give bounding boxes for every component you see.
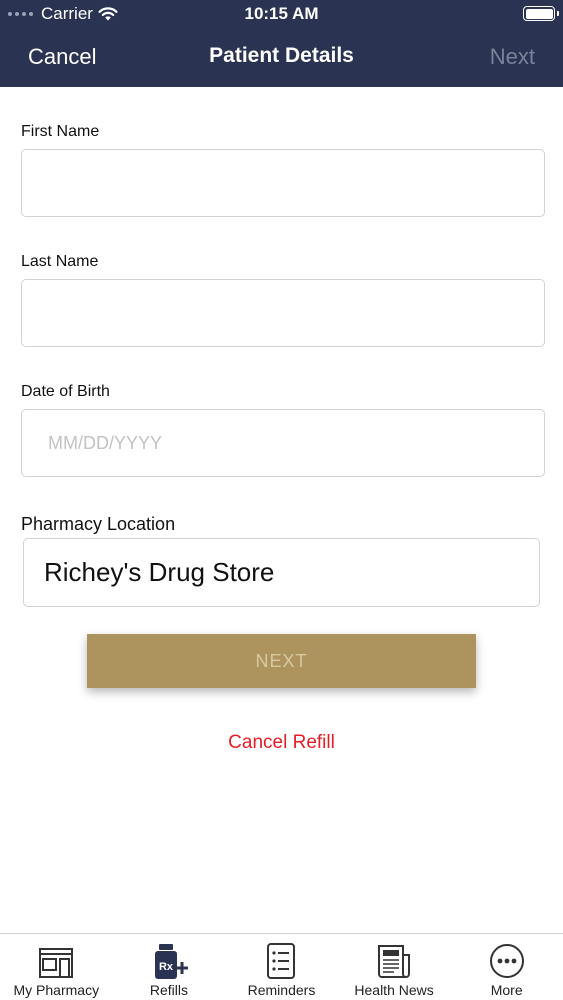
last-name-label: Last Name: [21, 253, 99, 270]
pharmacy-location-field[interactable]: Richey's Drug Store: [23, 538, 540, 607]
cancel-refill-link[interactable]: Cancel Refill: [0, 732, 563, 754]
pharmacy-location-label: Pharmacy Location: [21, 514, 176, 534]
battery-icon: [523, 6, 559, 21]
checklist-icon: [267, 943, 296, 979]
header-bar: Carrier 10:15 AM Cancel Patient Details …: [0, 0, 563, 87]
tab-my-pharmacy[interactable]: My Pharmacy: [0, 934, 113, 1000]
last-name-field[interactable]: [21, 279, 545, 347]
status-bar: Carrier 10:15 AM: [0, 0, 563, 28]
cancel-button[interactable]: Cancel: [28, 44, 96, 70]
more-dots-icon: [489, 944, 524, 978]
tab-label: Reminders: [247, 982, 316, 998]
status-time: 10:15 AM: [244, 4, 319, 23]
storefront-icon: [39, 948, 74, 978]
dob-label: Date of Birth: [21, 383, 110, 400]
pharmacy-location-value: Richey's Drug Store: [44, 557, 275, 587]
newspaper-icon: [378, 945, 411, 978]
rx-bottle-icon: Rx: [154, 944, 188, 979]
next-button[interactable]: NEXT: [87, 634, 476, 688]
tab-health-news[interactable]: Health News: [338, 934, 451, 1000]
first-name-label: First Name: [21, 123, 100, 140]
rx-badge-text: Rx: [159, 961, 174, 973]
tab-more[interactable]: More: [450, 934, 563, 1000]
next-nav-button[interactable]: Next: [490, 44, 535, 70]
navigation-bar: Cancel Patient Details Next: [0, 28, 563, 87]
tab-label: Refills: [149, 982, 188, 998]
tab-label: Health News: [354, 982, 434, 998]
tab-label: More: [490, 982, 523, 998]
tab-bar: My Pharmacy Rx Refills Reminders Health …: [0, 933, 563, 1000]
first-name-field[interactable]: [21, 149, 545, 217]
dob-field[interactable]: [21, 409, 545, 477]
tab-label: My Pharmacy: [13, 982, 100, 998]
tab-refills[interactable]: Rx Refills: [113, 934, 226, 1000]
tab-reminders[interactable]: Reminders: [225, 934, 338, 1000]
